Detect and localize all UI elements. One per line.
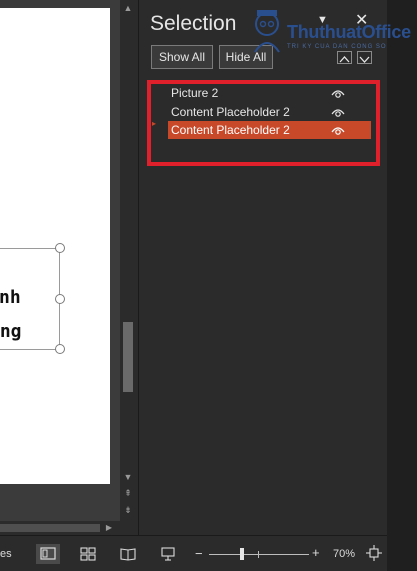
selection-item-label: Picture 2 bbox=[171, 86, 219, 100]
previous-slide-icon[interactable]: ⇞ bbox=[123, 488, 133, 498]
eye-icon[interactable] bbox=[331, 106, 345, 118]
scroll-down-arrow-icon[interactable]: ▼ bbox=[123, 472, 133, 482]
slide-show-button[interactable] bbox=[156, 544, 180, 564]
slide-text-line-2: ợng bbox=[0, 321, 22, 342]
logo-text: ThuthuatOffice bbox=[287, 22, 411, 42]
reading-view-icon bbox=[120, 548, 136, 561]
fit-slide-icon[interactable] bbox=[366, 545, 382, 561]
zoom-slider-track[interactable] bbox=[209, 554, 309, 555]
notes-button[interactable]: es bbox=[0, 548, 12, 560]
vertical-scroll-thumb[interactable] bbox=[123, 322, 133, 392]
pane-title: Selection bbox=[150, 12, 237, 35]
slide-sorter-button[interactable] bbox=[76, 544, 100, 564]
resize-handle-top-right[interactable] bbox=[55, 243, 65, 253]
selection-item-content-placeholder-b[interactable]: Content Placeholder 2 bbox=[168, 121, 371, 139]
eye-icon[interactable] bbox=[331, 124, 345, 136]
slide-canvas[interactable]: nh ợng bbox=[0, 8, 110, 484]
resize-handle-right[interactable] bbox=[55, 294, 65, 304]
slide-show-icon bbox=[161, 547, 175, 561]
zoom-out-button[interactable]: − bbox=[195, 546, 203, 561]
selection-item-label: Content Placeholder 2 bbox=[171, 123, 290, 137]
selection-item-picture-2[interactable]: Picture 2 bbox=[168, 84, 371, 102]
resize-handle-bottom-right[interactable] bbox=[55, 344, 65, 354]
scroll-right-arrow-icon[interactable]: ▶ bbox=[104, 523, 114, 533]
selection-item-content-placeholder-a[interactable]: Content Placeholder 2 bbox=[168, 103, 371, 121]
zoom-in-button[interactable]: + bbox=[312, 545, 320, 560]
text-placeholder-box[interactable]: nh ợng bbox=[0, 248, 60, 350]
vertical-scrollbar[interactable]: ▲ ▼ ⇞ ⇟ bbox=[120, 0, 136, 521]
normal-view-button[interactable] bbox=[36, 544, 60, 564]
mascot-logo-icon bbox=[254, 10, 280, 53]
slide-sorter-icon bbox=[80, 547, 96, 561]
reading-view-button[interactable] bbox=[116, 544, 140, 564]
eye-icon[interactable] bbox=[331, 87, 345, 99]
powerpoint-window: nh ợng ▲ ▼ ⇞ ⇟ ▶ Selection ▼ ✕ Show All … bbox=[0, 0, 417, 571]
thuthuatoffice-logo: ThuthuatOffice TRI KY CUA DAN CONG SO bbox=[245, 6, 413, 58]
zoom-level[interactable]: 70% bbox=[333, 548, 355, 560]
slide-editing-area: nh ợng bbox=[0, 0, 120, 521]
show-all-button[interactable]: Show All bbox=[151, 45, 213, 69]
normal-view-icon bbox=[40, 547, 56, 560]
zoom-slider-center-mark bbox=[258, 551, 259, 558]
selection-item-label: Content Placeholder 2 bbox=[171, 105, 290, 119]
logo-subtext: TRI KY CUA DAN CONG SO bbox=[287, 44, 387, 50]
horizontal-scroll-thumb[interactable] bbox=[0, 524, 100, 532]
scroll-up-arrow-icon[interactable]: ▲ bbox=[123, 3, 133, 13]
right-edge-panel bbox=[387, 0, 417, 571]
slide-text-line-1: nh bbox=[0, 287, 21, 308]
selection-pane: Selection ▼ ✕ Show All Hide All Picture … bbox=[139, 0, 387, 535]
horizontal-scrollbar[interactable]: ▶ bbox=[0, 521, 120, 535]
next-slide-icon[interactable]: ⇟ bbox=[123, 505, 133, 515]
group-marker-icon: ▸ bbox=[152, 119, 157, 128]
zoom-slider-thumb[interactable] bbox=[240, 548, 244, 560]
status-bar: es − + 70% bbox=[0, 535, 387, 571]
